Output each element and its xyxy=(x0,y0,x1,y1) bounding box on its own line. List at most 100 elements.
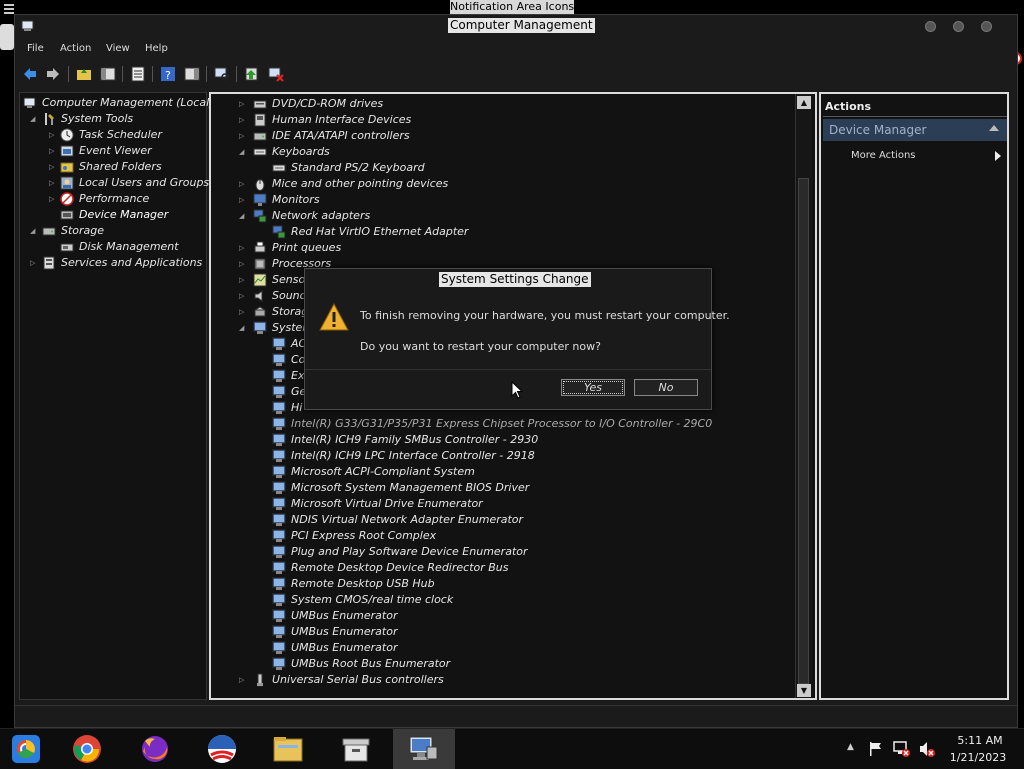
local-users-icon xyxy=(60,176,74,190)
scan-hardware-icon[interactable] xyxy=(214,66,230,82)
toolbar: ? xyxy=(15,63,1017,85)
uninstall-device-icon[interactable] xyxy=(268,66,284,82)
close-button[interactable] xyxy=(981,21,992,32)
sys-device-icon xyxy=(272,417,286,430)
kbd-device-icon xyxy=(272,164,286,172)
device-label: Print queues xyxy=(272,241,342,254)
tree-item-label: Performance xyxy=(79,192,150,205)
dvd-device-icon xyxy=(253,100,267,109)
obama-logo-icon[interactable] xyxy=(206,733,238,765)
mouse-device-icon xyxy=(255,179,265,191)
archive-icon[interactable] xyxy=(340,733,372,765)
device-label: Syster xyxy=(272,321,307,334)
collapse-arrow-icon[interactable]: ▷ xyxy=(239,196,244,204)
forward-arrow-icon[interactable] xyxy=(45,66,61,82)
device-label: Microsoft ACPI-Compliant System xyxy=(291,465,475,478)
device-label: Ex xyxy=(291,369,305,382)
collapse-arrow-icon[interactable]: ▷ xyxy=(49,195,54,203)
collapse-triangle-icon[interactable] xyxy=(989,125,999,131)
device-label: UMBus Root Bus Enumerator xyxy=(291,657,451,670)
device-label: UMBus Enumerator xyxy=(291,641,398,654)
net-device-icon xyxy=(272,225,286,239)
expand-arrow-icon[interactable]: ◢ xyxy=(239,324,244,332)
network-disconnected-icon[interactable] xyxy=(893,740,911,758)
mouse-cursor-icon xyxy=(511,381,523,399)
collapse-arrow-icon[interactable]: ▷ xyxy=(49,179,54,187)
computer-management-icon xyxy=(21,20,34,31)
collapse-arrow-icon[interactable]: ▷ xyxy=(49,131,54,139)
clock-date[interactable]: 1/21/2023 xyxy=(947,751,1009,764)
menu-action[interactable]: Action xyxy=(60,43,91,54)
collapse-arrow-icon[interactable]: ▷ xyxy=(239,132,244,140)
collapse-arrow-icon[interactable]: ▷ xyxy=(239,260,244,268)
menu-help[interactable]: Help xyxy=(145,43,168,54)
vertical-scrollbar[interactable]: ▲ ▼ xyxy=(795,94,812,698)
sys-device-icon xyxy=(272,401,286,414)
collapse-arrow-icon[interactable]: ▷ xyxy=(49,147,54,155)
scroll-up-icon[interactable]: ▲ xyxy=(797,96,811,109)
device-label: IDE ATA/ATAPI controllers xyxy=(272,129,410,142)
collapse-arrow-icon[interactable]: ▷ xyxy=(239,116,244,124)
collapse-arrow-icon[interactable]: ▷ xyxy=(239,676,244,684)
clock-time[interactable]: 5:11 AM xyxy=(952,734,1008,747)
expand-arrow-icon[interactable]: ◢ xyxy=(239,148,244,156)
scroll-down-icon[interactable]: ▼ xyxy=(797,684,811,697)
up-folder-icon[interactable] xyxy=(76,66,92,82)
menu-view[interactable]: View xyxy=(106,43,130,54)
help-icon[interactable]: ? xyxy=(160,66,176,82)
yes-button[interactable]: Yes xyxy=(561,379,625,396)
scrollbar-thumb[interactable] xyxy=(798,178,809,684)
collapse-arrow-icon[interactable]: ▷ xyxy=(239,276,244,284)
collapse-arrow-icon[interactable]: ▷ xyxy=(239,100,244,108)
collapse-arrow-icon[interactable]: ▷ xyxy=(239,180,244,188)
sys-device-icon xyxy=(272,593,286,606)
device-label: Intel(R) ICH9 LPC Interface Controller -… xyxy=(291,449,535,462)
expand-arrow-icon[interactable]: ◢ xyxy=(30,115,35,123)
expand-arrow-icon[interactable]: ◢ xyxy=(30,227,35,235)
computer-management-icon xyxy=(23,97,36,108)
firefox-icon[interactable] xyxy=(139,733,171,765)
update-driver-icon[interactable] xyxy=(244,66,260,82)
device-label: Universal Serial Bus controllers xyxy=(272,673,444,686)
usb-device-icon xyxy=(257,673,263,687)
action-center-flag-icon[interactable] xyxy=(868,741,884,757)
collapse-arrow-icon[interactable]: ▷ xyxy=(239,244,244,252)
chrome-icon[interactable] xyxy=(71,733,103,765)
device-label: Remote Desktop Device Redirector Bus xyxy=(291,561,509,574)
device-label: Senso xyxy=(272,273,306,286)
sys-device-icon xyxy=(272,481,286,494)
background-notification-tab[interactable]: Notification Area Icons xyxy=(450,0,574,14)
show-hide-tree-icon[interactable] xyxy=(100,66,116,82)
file-explorer-icon[interactable] xyxy=(272,733,304,765)
collapse-arrow-icon[interactable]: ▷ xyxy=(49,163,54,171)
sys-device-icon xyxy=(272,465,286,478)
device-label: Human Interface Devices xyxy=(272,113,412,126)
volume-muted-icon[interactable] xyxy=(918,740,936,758)
sys-device-icon xyxy=(272,561,286,574)
sys-device-icon xyxy=(272,369,286,382)
tree-item-label: Device Manager xyxy=(79,208,169,221)
chrome-os-icon[interactable] xyxy=(10,733,42,765)
divider xyxy=(823,116,1007,117)
system-settings-change-dialog: System Settings Change To finish removin… xyxy=(304,268,730,410)
title-bar[interactable]: Computer Management xyxy=(15,15,1017,39)
show-action-pane-icon[interactable] xyxy=(184,66,200,82)
maximize-button[interactable] xyxy=(953,21,964,32)
collapse-arrow-icon[interactable]: ▷ xyxy=(239,292,244,300)
actions-section-device-manager[interactable]: Device Manager xyxy=(823,119,1007,141)
menu-file[interactable]: File xyxy=(27,43,44,54)
tree-item-label: Computer Management (Local) xyxy=(42,96,214,109)
ide-device-icon xyxy=(253,132,267,141)
no-button[interactable]: No xyxy=(634,379,698,396)
more-actions-link[interactable]: More Actions xyxy=(851,150,916,161)
collapse-arrow-icon[interactable]: ▷ xyxy=(30,259,35,267)
back-arrow-icon[interactable] xyxy=(22,66,38,82)
properties-icon[interactable] xyxy=(130,66,146,82)
device-label: Monitors xyxy=(272,193,320,206)
expand-arrow-icon[interactable]: ◢ xyxy=(239,212,244,220)
minimize-button[interactable] xyxy=(925,21,936,32)
computer-management-taskbar-icon[interactable] xyxy=(407,733,439,765)
show-hidden-icons-icon[interactable]: ▲ xyxy=(847,742,854,752)
collapse-arrow-icon[interactable]: ▷ xyxy=(239,308,244,316)
shared-folders-icon xyxy=(60,162,74,173)
